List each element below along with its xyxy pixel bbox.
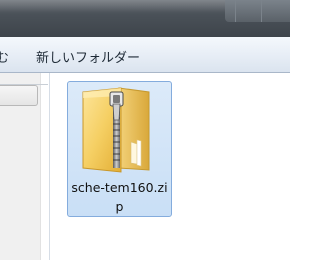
file-view[interactable]: sche-tem160.zip — [50, 73, 290, 260]
toolbar-item-partial[interactable]: む — [0, 47, 9, 66]
control-separator — [235, 0, 236, 22]
file-name-label[interactable]: sche-tem160.zip — [70, 178, 169, 216]
new-folder-button[interactable]: 新しいフォルダー — [36, 47, 140, 66]
navigation-divider — [0, 84, 48, 85]
command-bar: む 新しいフォルダー — [0, 37, 290, 73]
control-separator — [261, 0, 262, 22]
window-frame — [0, 0, 290, 37]
file-item-selected[interactable]: sche-tem160.zip — [67, 81, 172, 217]
navigation-scroll-area[interactable] — [0, 73, 41, 260]
navigation-pane[interactable] — [0, 73, 50, 260]
zip-folder-icon — [82, 87, 150, 173]
navigation-scrollbar-thumb[interactable] — [0, 85, 38, 106]
explorer-window: む 新しいフォルダー sche-tem160.zip — [0, 0, 290, 260]
